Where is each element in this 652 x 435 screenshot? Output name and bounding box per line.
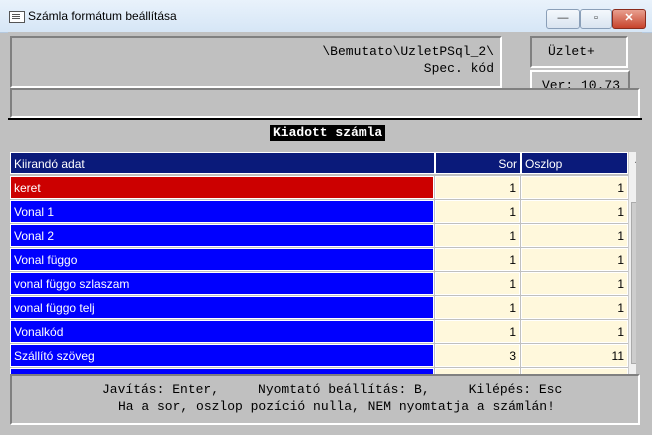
- row-sor-cell[interactable]: 1: [435, 296, 520, 319]
- row-oszlop-cell[interactable]: 11: [521, 344, 628, 367]
- vertical-scrollbar[interactable]: ▲: [628, 152, 636, 397]
- column-header-name[interactable]: Kiirandó adat: [10, 152, 435, 174]
- table-row[interactable]: keret 1 1: [10, 176, 628, 200]
- row-name-cell[interactable]: vonal függo telj: [10, 296, 434, 319]
- help-panel: Javítás: Enter, Nyomtató beállítás: B, K…: [10, 374, 640, 425]
- row-sor-cell[interactable]: 1: [435, 248, 520, 271]
- minimize-button[interactable]: —: [546, 9, 580, 29]
- row-oszlop-cell[interactable]: 1: [521, 320, 628, 343]
- window-icon[interactable]: [9, 11, 25, 23]
- title-bar: Számla formátum beállítása — ▫ ✕: [0, 0, 652, 33]
- row-name-cell[interactable]: Vonal 2: [10, 224, 434, 247]
- help-keys: Javítás: Enter, Nyomtató beállítás: B, K…: [102, 382, 563, 397]
- column-header-sor[interactable]: Sor: [435, 152, 521, 174]
- scroll-thumb[interactable]: [631, 202, 636, 364]
- window-title: Számla formátum beállítása: [28, 9, 177, 23]
- divider: [8, 118, 642, 120]
- maximize-button[interactable]: ▫: [580, 9, 612, 29]
- row-name-cell[interactable]: Vonal függo: [10, 248, 434, 271]
- row-sor-cell[interactable]: 1: [435, 320, 520, 343]
- row-sor-cell[interactable]: 1: [435, 272, 520, 295]
- database-path: \Bemutato\UzletPSql_2\: [322, 44, 494, 59]
- table-row[interactable]: vonal függo telj 1 1: [10, 296, 628, 320]
- row-oszlop-cell[interactable]: 1: [521, 296, 628, 319]
- path-info: \Bemutato\UzletPSql_2\ Spec. kód: [322, 43, 494, 77]
- main-frame: \Bemutato\UzletPSql_2\ Spec. kód Üzlet+ …: [8, 32, 642, 427]
- row-name-cell[interactable]: Vonal 1: [10, 200, 434, 223]
- row-sor-cell[interactable]: 1: [435, 176, 520, 199]
- doc-title: Kiadott számla: [270, 125, 386, 141]
- row-oszlop-cell[interactable]: 1: [521, 272, 628, 295]
- data-grid: Kiirandó adat Sor Oszlop keret 1 1 Vonal 11…: [10, 150, 636, 399]
- doc-title-panel: [10, 88, 640, 118]
- app-name: Üzlet+: [548, 44, 595, 59]
- row-sor-cell[interactable]: 1: [435, 200, 520, 223]
- app-name-panel: Üzlet+: [530, 36, 628, 68]
- table-row[interactable]: Szállító szöveg 3 11: [10, 344, 628, 368]
- table-row[interactable]: Vonal függo 1 1: [10, 248, 628, 272]
- row-oszlop-cell[interactable]: 1: [521, 176, 628, 199]
- table-row[interactable]: Vonalkód 1 1: [10, 320, 628, 344]
- table-row[interactable]: vonal függo szlaszam 1 1: [10, 272, 628, 296]
- row-name-cell[interactable]: Szállító szöveg: [10, 344, 434, 367]
- row-name-cell[interactable]: Vonalkód: [10, 320, 434, 343]
- scroll-up-icon[interactable]: ▲: [629, 152, 636, 169]
- row-sor-cell[interactable]: 1: [435, 224, 520, 247]
- close-button[interactable]: ✕: [612, 9, 646, 29]
- path-panel: \Bemutato\UzletPSql_2\ Spec. kód: [10, 36, 502, 88]
- table-row[interactable]: Vonal 211: [10, 224, 628, 248]
- row-name-cell[interactable]: vonal függo szlaszam: [10, 272, 434, 295]
- spec-code-label: Spec. kód: [423, 61, 494, 76]
- row-name-cell[interactable]: keret: [10, 176, 434, 199]
- column-header-oszlop[interactable]: Oszlop: [521, 152, 628, 174]
- row-sor-cell[interactable]: 3: [435, 344, 520, 367]
- help-note: Ha a sor, oszlop pozíció nulla, NEM nyom…: [118, 399, 555, 414]
- row-oszlop-cell[interactable]: 1: [521, 248, 628, 271]
- table-row[interactable]: Vonal 111: [10, 200, 628, 224]
- row-oszlop-cell[interactable]: 1: [521, 200, 628, 223]
- row-oszlop-cell[interactable]: 1: [521, 224, 628, 247]
